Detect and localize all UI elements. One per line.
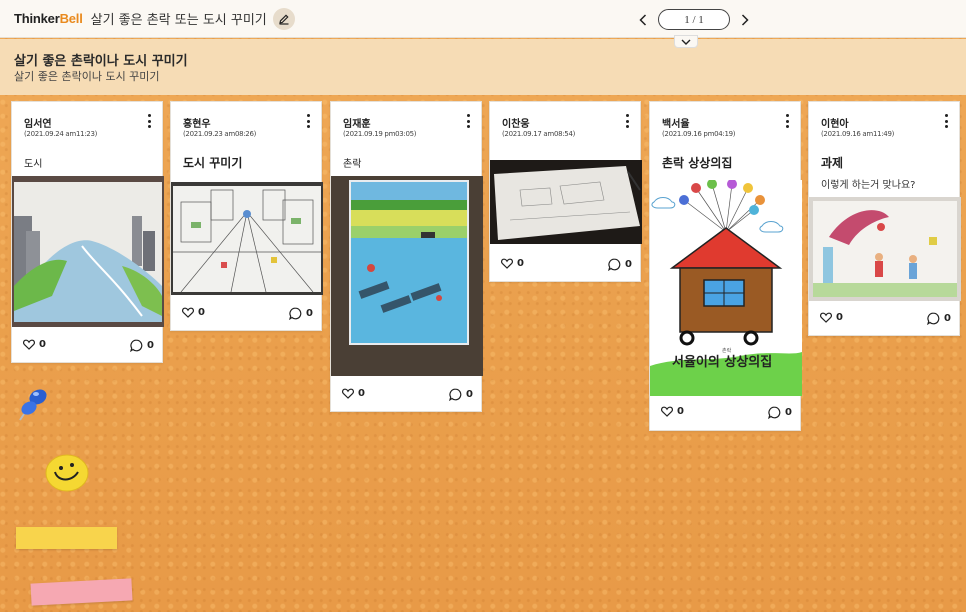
image-caption: 서율이의 상상의집 xyxy=(672,354,772,370)
comment-count: 0 xyxy=(785,407,792,418)
comment-icon xyxy=(449,388,462,401)
heart-icon xyxy=(820,312,832,323)
like-button[interactable]: 0 xyxy=(820,312,843,323)
edit-title-button[interactable] xyxy=(272,7,295,30)
card-title: 촌락 상상의집 xyxy=(662,156,733,170)
chevron-left-icon xyxy=(639,13,647,26)
comment-count: 0 xyxy=(306,308,313,319)
header-subtitle: 살기 좋은 촌락이나 도시 꾸미기 xyxy=(14,70,160,83)
card-image[interactable] xyxy=(809,197,961,301)
comment-icon xyxy=(927,312,940,325)
card-author: 이현아 xyxy=(821,119,849,130)
comment-button[interactable]: 0 xyxy=(289,307,313,320)
comment-count: 0 xyxy=(466,389,473,400)
card-image[interactable]: 서율이의 상상의집 촌락 xyxy=(650,180,802,396)
app-logo[interactable]: ThinkerBell xyxy=(14,11,83,26)
comment-icon xyxy=(768,406,781,419)
comment-button[interactable]: 0 xyxy=(768,406,792,419)
card-footer: 0 0 xyxy=(331,384,483,406)
image-caption-small: 촌락 xyxy=(722,347,732,354)
card-date: (2021.09.24 am11:23) xyxy=(24,130,98,138)
heart-icon xyxy=(182,307,194,318)
sticky-note-yellow xyxy=(16,527,117,549)
card-more-menu-button[interactable] xyxy=(784,114,790,128)
post-card[interactable]: 이찬웅 (2021.09.17 am08:54) 0 0 xyxy=(489,101,642,282)
like-button[interactable]: 0 xyxy=(182,307,205,318)
top-bar: ThinkerBell 살기 좋은 촌락 또는 도시 꾸미기 xyxy=(0,0,966,38)
card-footer: 0 0 xyxy=(650,402,802,424)
card-author: 이찬웅 xyxy=(502,119,530,130)
card-author: 백서율 xyxy=(662,119,690,130)
board-header: 살기 좋은 촌락이나 도시 꾸미기 살기 좋은 촌락이나 도시 꾸미기 xyxy=(0,39,966,95)
post-card[interactable]: 임서연 (2021.09.24 am11:23) 도시 0 0 xyxy=(11,101,164,363)
card-image[interactable] xyxy=(171,182,323,295)
card-title: 과제 xyxy=(821,156,844,170)
prev-page-button[interactable] xyxy=(636,10,650,30)
card-image[interactable] xyxy=(490,160,642,244)
page-indicator: 1 / 1 xyxy=(658,9,730,30)
like-count: 0 xyxy=(358,388,365,399)
comment-button[interactable]: 0 xyxy=(130,339,154,352)
post-card[interactable]: 임재훈 (2021.09.19 pm03:05) 촌락 0 0 xyxy=(330,101,483,412)
comment-button[interactable]: 0 xyxy=(608,258,632,271)
like-count: 0 xyxy=(39,339,46,350)
card-more-menu-button[interactable] xyxy=(146,114,152,128)
header-title: 살기 좋은 촌락이나 도시 꾸미기 xyxy=(14,54,188,69)
comment-count: 0 xyxy=(147,340,154,351)
like-count: 0 xyxy=(517,258,524,269)
card-date: (2021.09.16 pm04:19) xyxy=(662,130,736,138)
card-image[interactable] xyxy=(331,176,483,376)
card-title: 촌락 xyxy=(343,159,362,170)
card-footer: 0 0 xyxy=(490,254,642,276)
card-date: (2021.09.23 am08:26) xyxy=(183,130,257,138)
like-button[interactable]: 0 xyxy=(501,258,524,269)
card-footer: 0 0 xyxy=(12,335,164,357)
card-more-menu-button[interactable] xyxy=(624,114,630,128)
card-more-menu-button[interactable] xyxy=(465,114,471,128)
collapse-header-button[interactable] xyxy=(674,35,698,48)
card-date: (2021.09.16 am11:49) xyxy=(821,130,895,138)
page-navigator: 1 / 1 xyxy=(636,9,752,30)
card-date: (2021.09.17 am08:54) xyxy=(502,130,576,138)
heart-icon xyxy=(661,406,673,417)
comment-icon xyxy=(608,258,621,271)
like-button[interactable]: 0 xyxy=(342,388,365,399)
heart-icon xyxy=(23,339,35,350)
card-title: 도시 꾸미기 xyxy=(183,156,243,170)
comment-count: 0 xyxy=(944,313,951,324)
smiley-sticker-icon xyxy=(45,454,89,492)
card-more-menu-button[interactable] xyxy=(305,114,311,128)
board-title: 살기 좋은 촌락 또는 도시 꾸미기 xyxy=(90,13,267,28)
post-card[interactable]: 백서율 (2021.09.16 pm04:19) 촌락 상상의집 서율이의 상상… xyxy=(649,101,802,431)
like-count: 0 xyxy=(198,307,205,318)
next-page-button[interactable] xyxy=(738,10,752,30)
pencil-icon xyxy=(278,13,289,25)
card-author: 임서연 xyxy=(24,119,52,130)
card-footer: 0 0 xyxy=(171,303,323,325)
chevron-right-icon xyxy=(741,13,749,26)
like-button[interactable]: 0 xyxy=(23,339,46,350)
like-button[interactable]: 0 xyxy=(661,406,684,417)
like-count: 0 xyxy=(677,406,684,417)
card-date: (2021.09.19 pm03:05) xyxy=(343,130,417,138)
heart-icon xyxy=(501,258,513,269)
card-author: 임재훈 xyxy=(343,119,371,130)
heart-icon xyxy=(342,388,354,399)
comment-icon xyxy=(130,339,143,352)
pushpin-icon xyxy=(19,389,47,421)
card-title: 도시 xyxy=(24,159,43,170)
card-image[interactable] xyxy=(12,176,164,327)
card-body: 이렇게 하는거 맞나요? xyxy=(821,180,916,191)
chevron-down-icon xyxy=(681,39,691,45)
like-count: 0 xyxy=(836,312,843,323)
card-more-menu-button[interactable] xyxy=(943,114,949,128)
comment-count: 0 xyxy=(625,259,632,270)
comment-button[interactable]: 0 xyxy=(449,388,473,401)
post-card[interactable]: 홍현우 (2021.09.23 am08:26) 도시 꾸미기 0 0 xyxy=(170,101,323,331)
post-card[interactable]: 이현아 (2021.09.16 am11:49) 과제 이렇게 하는거 맞나요?… xyxy=(808,101,961,336)
comment-button[interactable]: 0 xyxy=(927,312,951,325)
comment-icon xyxy=(289,307,302,320)
card-footer: 0 0 xyxy=(809,308,961,330)
card-author: 홍현우 xyxy=(183,119,211,130)
